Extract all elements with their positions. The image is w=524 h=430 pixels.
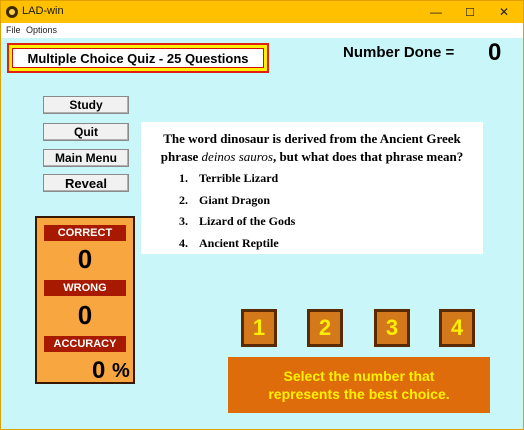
- option-text: Lizard of the Gods: [199, 214, 296, 228]
- menu-options[interactable]: Options: [26, 25, 57, 35]
- quiz-title-frame: Multiple Choice Quiz - 25 Questions: [7, 43, 269, 73]
- menu-bar: File Options: [1, 23, 523, 38]
- question-line-2: phrase deinos sauros, but what does that…: [160, 149, 464, 164]
- option-number: 1.: [179, 171, 188, 185]
- option-number: 4.: [179, 236, 188, 250]
- correct-value: 0: [77, 244, 93, 274]
- answer-3-button[interactable]: 3: [374, 309, 410, 347]
- correct-label: CORRECT: [44, 225, 126, 241]
- question-box: The word dinosaur is derived from the An…: [141, 122, 483, 254]
- maximize-button[interactable]: ☐: [453, 1, 487, 23]
- quiz-area: Multiple Choice Quiz - 25 Questions Numb…: [1, 38, 523, 429]
- answer-1-button[interactable]: 1: [241, 309, 277, 347]
- wrong-label: WRONG: [44, 280, 126, 296]
- accuracy-label: ACCURACY: [44, 336, 126, 352]
- instruction-line-2: represents the best choice.: [268, 386, 450, 402]
- app-icon: [6, 6, 18, 18]
- answer-2-button[interactable]: 2: [307, 309, 343, 347]
- title-bar[interactable]: LAD-win — ☐ ✕: [1, 1, 523, 23]
- option-number: 2.: [179, 193, 188, 207]
- instruction-banner: Select the number that represents the be…: [228, 357, 490, 413]
- number-done-value: 0: [488, 39, 502, 66]
- quit-button[interactable]: Quit: [43, 123, 129, 141]
- option-text: Ancient Reptile: [199, 236, 279, 250]
- main-menu-button[interactable]: Main Menu: [43, 149, 129, 167]
- wrong-value: 0: [77, 300, 93, 330]
- window-title: LAD-win: [22, 5, 64, 17]
- study-button[interactable]: Study: [43, 96, 129, 114]
- minimize-button[interactable]: —: [419, 1, 453, 23]
- app-window: LAD-win — ☐ ✕ File Options Multiple Choi…: [0, 0, 524, 430]
- number-done-label: Number Done =: [343, 44, 455, 61]
- quiz-title: Multiple Choice Quiz - 25 Questions: [12, 48, 264, 68]
- option-number: 3.: [179, 214, 188, 228]
- accuracy-value: 0: [92, 357, 106, 384]
- accuracy-unit: %: [112, 360, 130, 382]
- reveal-button[interactable]: Reveal: [43, 174, 129, 192]
- instruction-line-1: Select the number that: [283, 368, 435, 384]
- score-panel: CORRECT 0 WRONG 0 ACCURACY 0 %: [35, 216, 135, 384]
- question-phrase: deinos sauros: [201, 149, 273, 164]
- question-line-1: The word dinosaur is derived from the An…: [163, 131, 461, 146]
- option-text: Giant Dragon: [199, 193, 271, 207]
- answer-4-button[interactable]: 4: [439, 309, 475, 347]
- option-text: Terrible Lizard: [199, 171, 279, 185]
- close-button[interactable]: ✕: [487, 1, 521, 23]
- menu-file[interactable]: File: [6, 25, 21, 35]
